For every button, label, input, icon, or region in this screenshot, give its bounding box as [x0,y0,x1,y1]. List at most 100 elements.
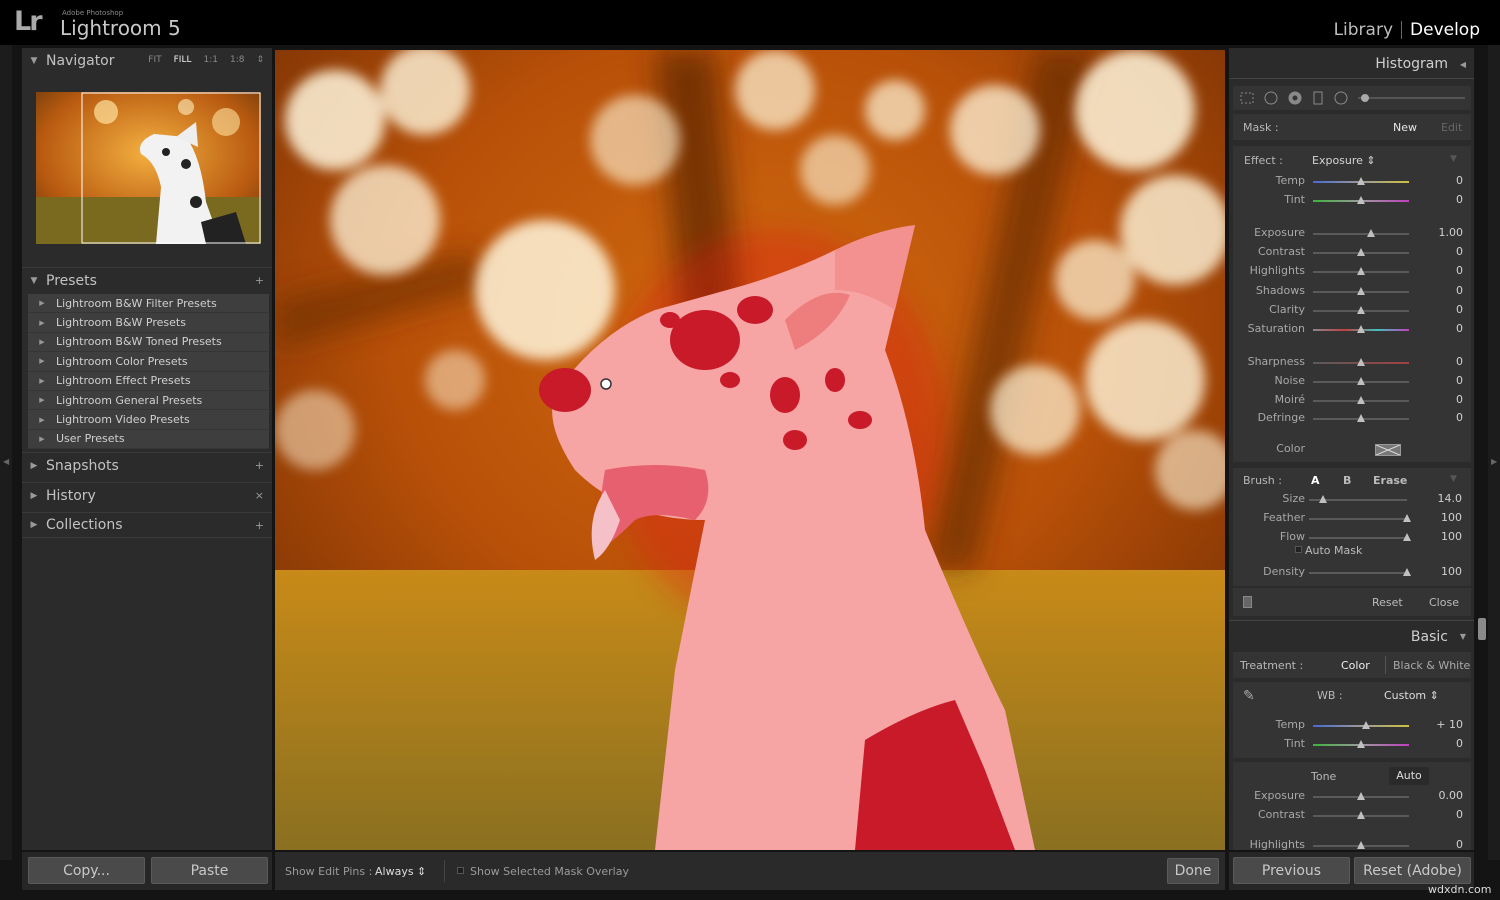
slider-value[interactable]: 0 [1413,411,1463,424]
slider-track[interactable] [1309,537,1407,539]
treatment-bw[interactable]: Black & White [1393,659,1470,672]
slider-handle[interactable] [1403,514,1411,522]
preset-folder[interactable]: ▶ Lightroom B&W Toned Presets [28,332,269,353]
slider-value[interactable]: 0 [1413,303,1463,316]
slider-value[interactable]: 0 [1413,193,1463,206]
mask-edit-button[interactable]: Edit [1441,121,1462,134]
slider-handle[interactable] [1318,495,1327,503]
slider-handle[interactable] [1357,267,1365,275]
basic-title[interactable]: Basic [1411,629,1448,645]
effect-collapse-icon[interactable]: ▼ [1450,154,1457,164]
zoom-menu-icon[interactable]: ⇕ [256,55,264,65]
mask-new-button[interactable]: New [1393,121,1417,134]
treatment-color[interactable]: Color [1341,659,1370,672]
module-develop[interactable]: Develop [1410,20,1480,40]
slider-value[interactable]: + 10 [1413,718,1463,731]
color-swatch[interactable] [1375,444,1401,456]
effect-dropdown[interactable]: Exposure ⇕ [1312,154,1376,167]
slider-handle[interactable] [1366,229,1375,237]
close-button[interactable]: Close [1429,596,1459,609]
slider-handle[interactable] [1357,358,1365,366]
preset-folder[interactable]: ▶ Lightroom B&W Presets [28,313,269,333]
zoom-1-8[interactable]: 1:8 [230,55,244,65]
preset-folder[interactable]: ▶ Lightroom Effect Presets [28,371,269,391]
photo-canvas[interactable] [275,50,1225,850]
slider-value[interactable]: 100 [1413,530,1462,543]
slider-handle[interactable] [1357,811,1365,819]
preset-folder[interactable]: ▶ Lightroom B&W Filter Presets [28,294,269,314]
left-panel-toggle[interactable]: ◀ [0,45,12,860]
reset-button[interactable]: Reset [1372,596,1403,609]
slider-handle[interactable] [1357,377,1365,385]
zoom-fit[interactable]: FIT [148,55,161,65]
slider-handle[interactable] [1357,792,1365,800]
slider-value[interactable]: 100 [1413,565,1462,578]
slider-value[interactable]: 1.00 [1413,226,1464,239]
slider-handle[interactable] [1357,248,1365,256]
clear-history-icon[interactable]: × [255,489,264,502]
slider-value[interactable]: 14.0 [1413,492,1463,505]
slider-track[interactable] [1313,233,1409,235]
add-snapshot-icon[interactable]: + [255,459,264,472]
slider-value[interactable]: 0 [1413,737,1463,750]
edit-pins-dropdown[interactable]: Always ⇕ [375,865,426,878]
preset-folder[interactable]: ▶ Lightroom General Presets [28,390,269,411]
edit-pin[interactable] [600,378,612,390]
slider-value[interactable]: 0 [1413,355,1463,368]
slider-handle[interactable] [1357,325,1365,333]
panel-switch-icon[interactable] [1243,596,1252,608]
slider-handle[interactable] [1357,396,1365,404]
slider-value[interactable]: 0 [1413,393,1463,406]
previous-button[interactable]: Previous [1233,857,1350,884]
slider-handle[interactable] [1403,568,1411,576]
slider-value[interactable]: 0 [1413,808,1463,821]
add-collection-icon[interactable]: + [255,519,264,532]
zoom-1-1[interactable]: 1:1 [203,55,217,65]
slider-value[interactable]: 0 [1413,174,1463,187]
brush-a-button[interactable]: A [1311,474,1320,487]
preset-folder[interactable]: ▶ Lightroom Video Presets [28,410,269,430]
slider-handle[interactable] [1357,306,1365,314]
brush-erase-button[interactable]: Erase [1373,474,1407,487]
zoom-fill[interactable]: FILL [174,55,192,65]
presets-header[interactable]: ▼ Presets + [22,267,272,293]
paste-button[interactable]: Paste [151,857,268,884]
brush-b-button[interactable]: B [1343,474,1351,487]
module-library[interactable]: Library [1334,20,1393,40]
collections-header[interactable]: ▶ Collections + [22,512,272,538]
copy-button[interactable]: Copy... [28,857,145,884]
slider-handle[interactable] [1361,721,1370,729]
slider-handle[interactable] [1357,287,1365,295]
history-header[interactable]: ▶ History × [22,482,272,508]
reset-adobe-button[interactable]: Reset (Adobe) [1354,857,1471,884]
slider-track[interactable] [1309,572,1407,574]
right-panel-toggle[interactable]: ▶ [1488,45,1500,860]
slider-handle[interactable] [1357,740,1365,748]
slider-value[interactable]: 100 [1413,511,1462,524]
slider-value[interactable]: 0 [1413,374,1463,387]
add-preset-icon[interactable]: + [255,274,264,287]
slider-value[interactable]: 0 [1413,284,1463,297]
slider-handle[interactable] [1357,841,1365,849]
mask-overlay-checkbox[interactable] [457,867,464,874]
collapse-left-icon[interactable]: ◀ [1460,60,1466,69]
slider-handle[interactable] [1357,414,1365,422]
slider-value[interactable]: 0 [1413,838,1463,850]
slider-handle[interactable] [1357,177,1365,185]
slider-value[interactable]: 0 [1413,245,1463,258]
histogram-title[interactable]: Histogram [1375,56,1448,72]
preset-folder[interactable]: ▶ Lightroom Color Presets [28,352,269,372]
auto-tone-button[interactable]: Auto [1389,767,1429,785]
navigator-header[interactable]: ▼ Navigator FIT FILL 1:1 1:8 ⇕ [22,48,272,74]
eyedropper-icon[interactable]: ✎ [1243,688,1255,704]
slider-value[interactable]: 0 [1413,322,1463,335]
slider-value[interactable]: 0 [1413,264,1463,277]
wb-dropdown[interactable]: Custom ⇕ [1384,689,1439,702]
snapshots-header[interactable]: ▶ Snapshots + [22,452,272,478]
auto-mask-checkbox[interactable] [1295,546,1302,553]
done-button[interactable]: Done [1167,858,1219,884]
slider-handle[interactable] [1403,533,1411,541]
preset-folder[interactable]: ▶ User Presets [28,429,269,450]
navigator-preview[interactable] [36,92,261,244]
collapse-down-icon[interactable]: ▼ [1460,632,1466,641]
